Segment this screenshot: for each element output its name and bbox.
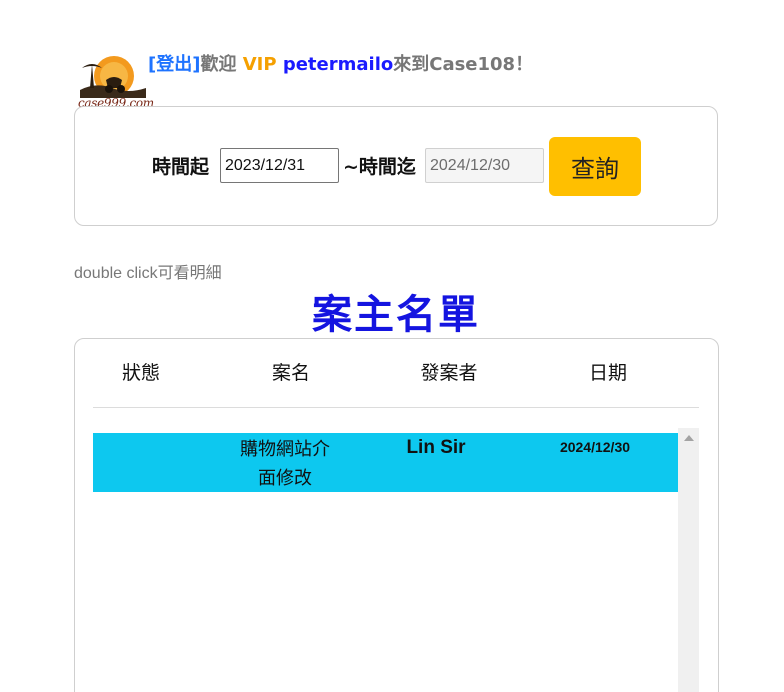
column-header-publisher: 發案者 bbox=[420, 362, 478, 384]
publisher-cell: Lin Sir bbox=[406, 437, 466, 458]
case-name-cell: 購物網站介 面修改 bbox=[233, 435, 337, 493]
page: case999.com [登出]歡迎 VIP petermailo來到Case1… bbox=[0, 0, 784, 692]
to-date-input[interactable] bbox=[425, 148, 544, 183]
from-date-input[interactable] bbox=[220, 148, 339, 183]
from-date-label: 時間起 bbox=[152, 156, 210, 178]
column-header-status: 狀態 bbox=[121, 362, 160, 384]
double-click-hint: double click可看明細 bbox=[74, 265, 222, 282]
table-row[interactable]: 購物網站介 面修改 Lin Sir 2024/12/30 bbox=[93, 433, 678, 492]
date-cell: 2024/12/30 bbox=[559, 439, 631, 455]
case-name-line-1: 購物網站介 bbox=[240, 439, 330, 460]
welcome-suffix: 來到Case108！ bbox=[393, 54, 534, 75]
scroll-up-arrow-icon[interactable] bbox=[684, 435, 694, 441]
column-header-date: 日期 bbox=[588, 362, 627, 384]
client-list-panel bbox=[74, 338, 719, 692]
list-scrollbar[interactable] bbox=[678, 428, 699, 692]
vip-badge: VIP bbox=[242, 54, 277, 75]
case-name-line-2: 面修改 bbox=[258, 468, 312, 489]
column-header-case-name: 案名 bbox=[271, 362, 310, 384]
logout-link[interactable]: [登出] bbox=[148, 54, 200, 75]
welcome-bar: [登出]歡迎 VIP petermailo來到Case108！ bbox=[148, 50, 533, 76]
query-button[interactable]: 查詢 bbox=[549, 137, 641, 196]
header-divider bbox=[93, 407, 699, 408]
page-title: 案主名單 bbox=[312, 292, 480, 338]
welcome-prefix: 歡迎 bbox=[200, 54, 243, 75]
to-date-label: ~時間迄 bbox=[343, 156, 416, 178]
username: petermailo bbox=[282, 54, 394, 75]
